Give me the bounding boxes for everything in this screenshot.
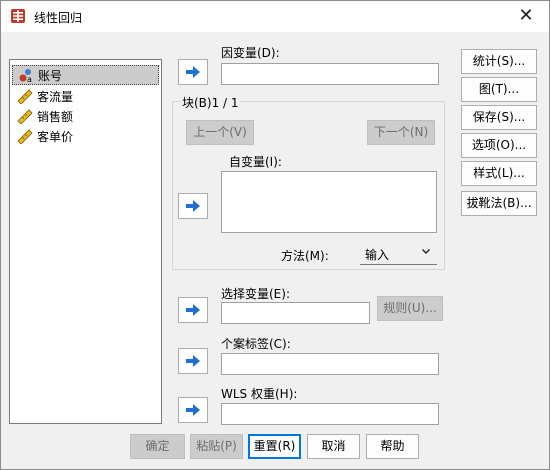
- independent-label: 自变量(I):: [229, 155, 282, 169]
- statistics-button[interactable]: 统计(S)...: [461, 49, 537, 74]
- selection-variable-label: 选择变量(E):: [221, 287, 290, 301]
- paste-button[interactable]: 粘贴(P): [190, 434, 243, 459]
- move-to-independent-button[interactable]: [178, 193, 208, 219]
- scale-variable-icon: [16, 128, 34, 145]
- reset-button[interactable]: 重置(R): [248, 434, 301, 459]
- move-to-case-labels-button[interactable]: [178, 348, 208, 374]
- close-button[interactable]: ✕: [503, 1, 549, 32]
- variable-label: 账号: [38, 68, 63, 83]
- svg-text:a: a: [27, 75, 32, 83]
- move-to-selection-button[interactable]: [178, 297, 208, 323]
- linear-regression-dialog: 线性回归 ✕ a 账号 客流量 销售额 客单价 因变量(D): 块(B)1 / …: [0, 0, 550, 470]
- arrow-right-icon: [186, 200, 200, 212]
- variable-item-unit-price[interactable]: 客单价: [12, 126, 159, 146]
- arrow-right-icon: [186, 404, 200, 416]
- arrow-right-icon: [186, 355, 200, 367]
- variable-label: 客单价: [37, 129, 74, 144]
- source-variable-list[interactable]: a 账号 客流量 销售额 客单价: [9, 59, 162, 424]
- case-labels-label: 个案标签(C):: [221, 337, 291, 351]
- move-to-dependent-button[interactable]: [178, 59, 208, 85]
- scale-variable-icon: [16, 108, 34, 125]
- title-bar: 线性回归 ✕: [1, 1, 549, 32]
- variable-item-traffic[interactable]: 客流量: [12, 86, 159, 106]
- rule-button[interactable]: 规则(U)...: [377, 296, 443, 321]
- bootstrap-button[interactable]: 拔靴法(B)...: [461, 191, 537, 216]
- plots-button[interactable]: 图(T)...: [461, 77, 537, 102]
- regression-app-icon: [10, 8, 26, 24]
- ok-button[interactable]: 确定: [130, 434, 185, 459]
- arrow-right-icon: [186, 66, 200, 78]
- next-block-button[interactable]: 下一个(N): [367, 120, 435, 145]
- chevron-down-icon: [422, 249, 430, 254]
- method-value: 输入: [365, 248, 390, 262]
- variable-item-sales[interactable]: 销售额: [12, 106, 159, 126]
- move-to-wls-button[interactable]: [178, 397, 208, 423]
- nominal-variable-icon: a: [17, 67, 35, 84]
- method-select[interactable]: 输入: [360, 242, 437, 265]
- help-button[interactable]: 帮助: [366, 434, 419, 459]
- previous-block-button[interactable]: 上一个(V): [186, 120, 254, 145]
- selection-variable-field[interactable]: [221, 302, 370, 324]
- options-button[interactable]: 选项(O)...: [461, 133, 537, 158]
- method-label: 方法(M):: [281, 249, 329, 263]
- style-button[interactable]: 样式(L)...: [461, 161, 537, 186]
- dependent-label: 因变量(D):: [221, 46, 280, 60]
- window-title: 线性回归: [34, 11, 83, 25]
- case-labels-field[interactable]: [221, 353, 439, 375]
- variable-label: 销售额: [37, 109, 74, 124]
- wls-weight-field[interactable]: [221, 403, 439, 425]
- save-button[interactable]: 保存(S)...: [461, 105, 537, 130]
- cancel-button[interactable]: 取消: [307, 434, 360, 459]
- variable-label: 客流量: [37, 89, 74, 104]
- wls-weight-label: WLS 权重(H):: [221, 387, 298, 401]
- arrow-right-icon: [186, 304, 200, 316]
- independent-list[interactable]: [221, 171, 437, 233]
- variable-item-account[interactable]: a 账号: [12, 65, 159, 85]
- scale-variable-icon: [16, 88, 34, 105]
- block-title: 块(B)1 / 1: [181, 94, 240, 111]
- dependent-field[interactable]: [221, 63, 439, 85]
